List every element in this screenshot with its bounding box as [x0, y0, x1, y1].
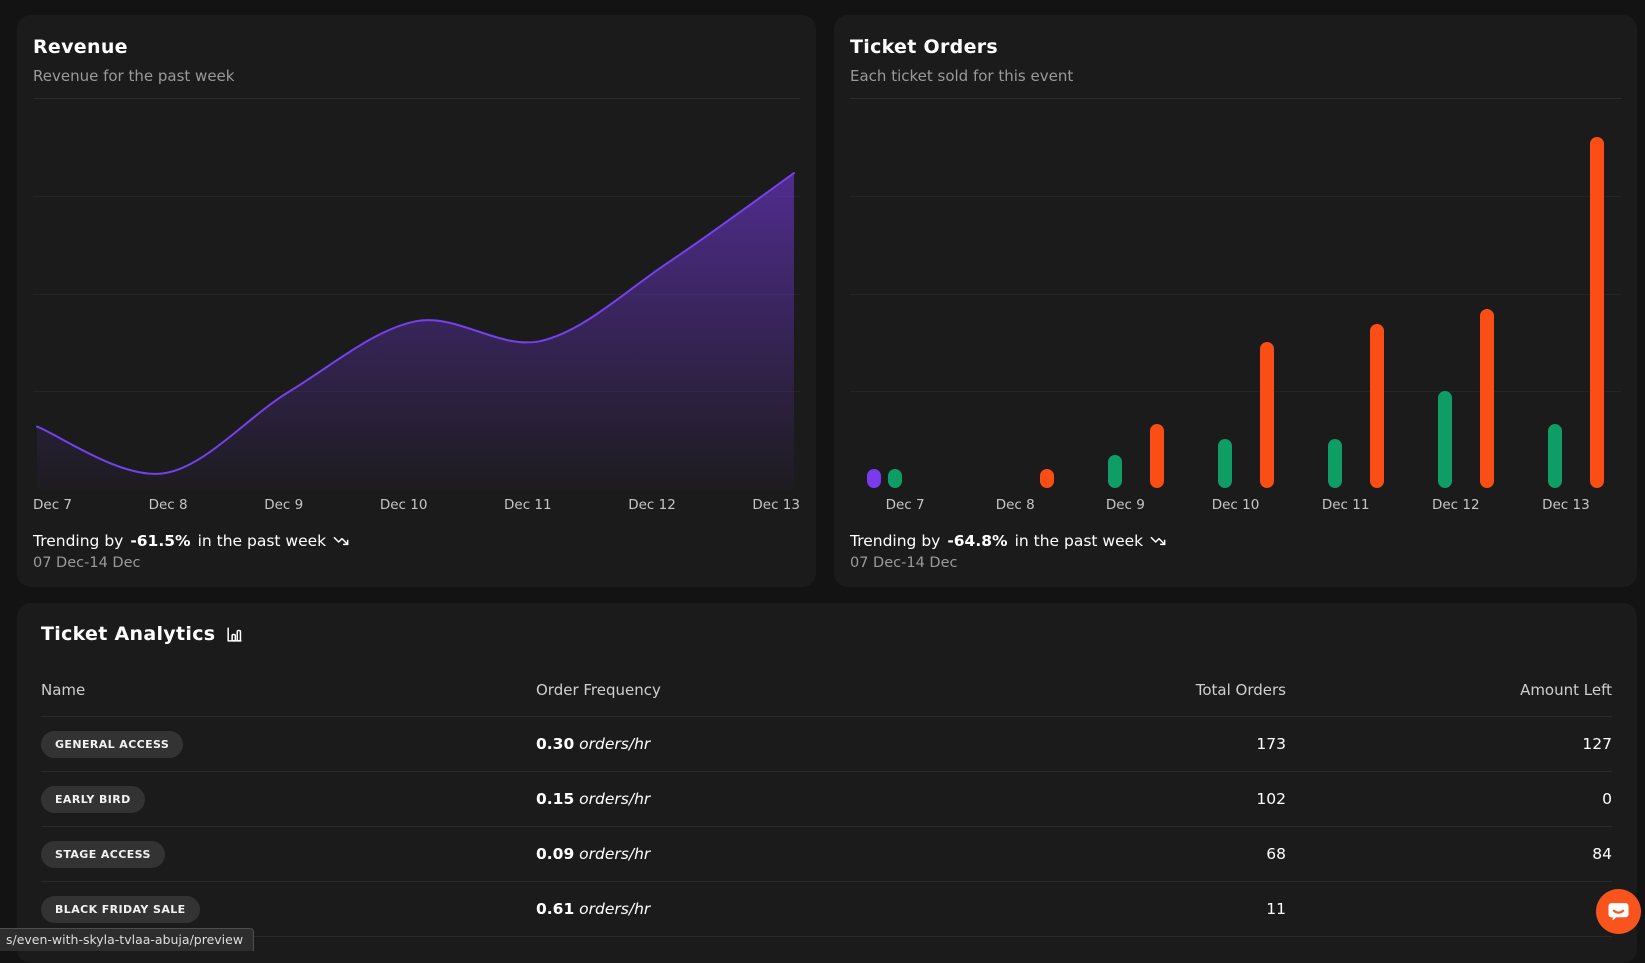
total-orders-value: 68 [1016, 845, 1286, 863]
orange-bar [1150, 424, 1164, 488]
trend-percentage: -64.8% [947, 531, 1007, 551]
revenue-x-axis-labels: Dec 7 Dec 8 Dec 9 Dec 10 Dec 11 Dec 12 Dec 13 [33, 496, 800, 514]
bar-group [850, 469, 960, 489]
orange-bar [1260, 342, 1274, 488]
revenue-card-title: Revenue [33, 35, 800, 60]
orders-card-subtitle: Each ticket sold for this event [850, 66, 1621, 86]
bar-group [1070, 424, 1180, 488]
green-bar [1548, 424, 1562, 488]
x-axis-label: Dec 12 [628, 496, 676, 514]
ticket-orders-card: Ticket Orders Each ticket sold for this … [834, 15, 1637, 587]
trending-down-icon [333, 533, 349, 549]
trend-percentage: -61.5% [130, 531, 190, 551]
x-axis-label: Dec 11 [504, 496, 552, 514]
bar-group [1291, 324, 1401, 488]
green-bar [1328, 439, 1342, 488]
x-axis-label: Dec 11 [1291, 496, 1401, 514]
green-bar [888, 469, 902, 489]
amount-left-value: 127 [1286, 735, 1612, 753]
revenue-line-chart-svg [33, 99, 800, 489]
ticket-name-badge: BLACK FRIDAY SALE [41, 896, 200, 923]
revenue-area-fill [37, 173, 794, 489]
ticket-analytics-title: Ticket Analytics [41, 621, 215, 647]
green-bar [1438, 391, 1452, 489]
bar-chart-icon [225, 625, 244, 644]
revenue-date-range: 07 Dec-14 Dec [33, 554, 800, 573]
orange-bar [1590, 137, 1604, 488]
column-header-total-orders: Total Orders [1016, 681, 1286, 699]
bar-group [1511, 137, 1621, 488]
orders-card-title: Ticket Orders [850, 35, 1621, 60]
total-orders-value: 11 [1016, 900, 1286, 918]
x-axis-label: Dec 7 [850, 496, 960, 514]
orange-bar [1480, 309, 1494, 488]
order-frequency-value: 0.15 orders/hr [536, 790, 1016, 808]
x-axis-label: Dec 12 [1401, 496, 1511, 514]
trend-prefix: Trending by [850, 531, 940, 551]
x-axis-label: Dec 10 [1180, 496, 1290, 514]
order-frequency-value: 0.61 orders/hr [536, 900, 1016, 918]
trend-suffix: in the past week [198, 531, 327, 551]
bar-group [1401, 309, 1511, 488]
trending-down-icon [1150, 533, 1166, 549]
green-bar [1108, 455, 1122, 488]
revenue-trend-text: Trending by -61.5% in the past week [33, 531, 800, 551]
x-axis-label: Dec 8 [960, 496, 1070, 514]
total-orders-value: 102 [1016, 790, 1286, 808]
trend-prefix: Trending by [33, 531, 123, 551]
ticket-name-badge: EARLY BIRD [41, 786, 145, 813]
column-header-amount-left: Amount Left [1286, 681, 1612, 699]
ticket-orders-bar-chart [850, 98, 1621, 488]
orders-date-range: 07 Dec-14 Dec [850, 554, 1621, 573]
revenue-card-subtitle: Revenue for the past week [33, 66, 800, 86]
x-axis-label: Dec 13 [1511, 496, 1621, 514]
x-axis-label: Dec 8 [149, 496, 188, 514]
orders-x-axis-labels: Dec 7Dec 8Dec 9Dec 10Dec 11Dec 12Dec 13 [850, 496, 1621, 514]
orders-trend-text: Trending by -64.8% in the past week [850, 531, 1621, 551]
column-header-name: Name [41, 681, 536, 699]
x-axis-label: Dec 9 [1070, 496, 1180, 514]
orange-bar [1370, 324, 1384, 488]
table-row: EARLY BIRD 0.15 orders/hr1020 [41, 772, 1612, 827]
ticket-name-badge: GENERAL ACCESS [41, 731, 183, 758]
x-axis-label: Dec 9 [264, 496, 303, 514]
table-body: GENERAL ACCESS 0.30 orders/hr173127 EARLY … [41, 717, 1612, 937]
total-orders-value: 173 [1016, 735, 1286, 753]
amount-left-value: 84 [1286, 845, 1612, 863]
chat-launcher-button[interactable] [1596, 889, 1641, 934]
table-row: GENERAL ACCESS 0.30 orders/hr173127 [41, 717, 1612, 772]
trend-suffix: in the past week [1015, 531, 1144, 551]
green-bar [1218, 439, 1232, 488]
column-header-order-frequency: Order Frequency [536, 681, 1016, 699]
bar-group [1180, 342, 1290, 488]
ticket-analytics-header: Ticket Analytics [41, 621, 1612, 647]
ticket-name-badge: STAGE ACCESS [41, 841, 165, 868]
bar-group [960, 469, 1070, 489]
order-frequency-value: 0.09 orders/hr [536, 845, 1016, 863]
x-axis-label: Dec 7 [33, 496, 72, 514]
chat-bubble-icon [1606, 899, 1631, 924]
orange-bar [1040, 469, 1054, 489]
amount-left-value: 0 [1286, 790, 1612, 808]
x-axis-label: Dec 13 [752, 496, 800, 514]
table-row: STAGE ACCESS 0.09 orders/hr6884 [41, 827, 1612, 882]
purple-bar [867, 469, 881, 489]
ticket-analytics-card: Ticket Analytics Name Order Frequency To… [17, 603, 1637, 963]
status-bar-link-preview: s/even-with-skyla-tvlaa-abuja/preview [0, 928, 254, 951]
x-axis-label: Dec 10 [380, 496, 428, 514]
revenue-card: Revenue Revenue for the past week Dec 7D… [17, 15, 816, 587]
table-header-row: Name Order Frequency Total Orders Amount… [41, 647, 1612, 717]
bar-groups [850, 99, 1621, 488]
revenue-area-chart [33, 98, 800, 488]
table-row: BLACK FRIDAY SALE 0.61 orders/hr11 [41, 882, 1612, 937]
order-frequency-value: 0.30 orders/hr [536, 735, 1016, 753]
